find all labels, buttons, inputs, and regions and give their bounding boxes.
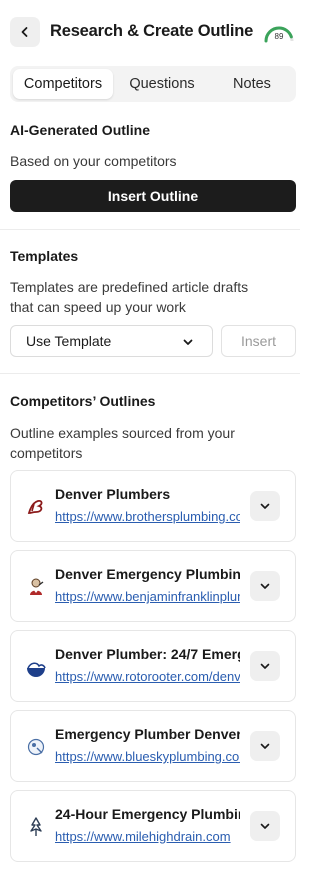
expand-button[interactable]	[250, 491, 280, 521]
chevron-down-icon	[260, 743, 270, 749]
competitor-title: 24-Hour Emergency Plumbing	[55, 806, 240, 822]
competitor-url-link[interactable]: https://www.brothersplumbing.com	[55, 509, 240, 524]
expand-button[interactable]	[250, 651, 280, 681]
templates-heading: Templates	[10, 248, 79, 264]
competitor-url-link[interactable]: https://www.rotorooter.com/denver	[55, 669, 240, 684]
templates-description-line2: that can speed up your work	[10, 299, 186, 315]
page-title: Research & Create Outline	[50, 22, 254, 40]
tab-notes[interactable]: Notes	[211, 69, 293, 99]
insert-outline-button[interactable]: Insert Outline	[10, 180, 296, 212]
competitor-title: Denver Emergency Plumbing	[55, 566, 240, 582]
chevron-down-icon	[183, 339, 193, 345]
divider	[0, 229, 300, 230]
competitor-card: Denver Plumbers https://www.brothersplum…	[10, 470, 296, 542]
chevron-down-icon	[260, 583, 270, 589]
competitor-title: Denver Plumber: 24/7 Emergency	[55, 646, 240, 662]
competitor-card: 24-Hour Emergency Plumbing https://www.m…	[10, 790, 296, 862]
bluesky-logo-icon	[27, 738, 45, 756]
competitors-description-line1: Outline examples sourced from your	[10, 425, 235, 441]
competitor-url-link[interactable]: https://www.blueskyplumbing.com	[55, 749, 240, 764]
competitors-heading: Competitors’ Outlines	[10, 393, 156, 409]
competitors-description-line2: competitors	[10, 445, 83, 461]
expand-button[interactable]	[250, 571, 280, 601]
template-select-value: Use Template	[26, 333, 112, 349]
competitor-card: Emergency Plumber Denver https://www.blu…	[10, 710, 296, 782]
expand-button[interactable]	[250, 731, 280, 761]
competitor-title: Denver Plumbers	[55, 486, 171, 502]
benjamin-franklin-logo-icon	[30, 578, 44, 595]
brothers-logo-icon	[27, 499, 43, 514]
chevron-left-icon	[21, 27, 28, 37]
ai-outline-description: Based on your competitors	[10, 153, 177, 169]
insert-template-button[interactable]: Insert	[221, 325, 296, 357]
templates-description-line1: Templates are predefined article drafts	[10, 279, 249, 295]
milehigh-logo-icon	[30, 817, 42, 836]
competitor-url-link[interactable]: https://www.milehighdrain.com	[55, 829, 240, 844]
ai-outline-heading: AI-Generated Outline	[10, 122, 151, 138]
competitor-title: Emergency Plumber Denver	[55, 726, 240, 742]
content-score-gauge: 89	[262, 22, 296, 44]
tab-questions[interactable]: Questions	[114, 69, 210, 99]
chevron-down-icon	[260, 503, 270, 509]
divider	[0, 373, 300, 374]
competitor-url-link[interactable]: https://www.benjaminfranklinplumbing.com	[55, 589, 240, 604]
tab-bar: Competitors Questions Notes	[10, 66, 296, 102]
tab-competitors[interactable]: Competitors	[13, 69, 113, 99]
rotorooter-logo-icon	[27, 662, 46, 677]
expand-button[interactable]	[250, 811, 280, 841]
header: Research & Create Outline 89	[0, 0, 300, 64]
score-value: 89	[274, 32, 284, 41]
chevron-down-icon	[260, 663, 270, 669]
template-select[interactable]: Use Template	[10, 325, 213, 357]
chevron-down-icon	[260, 823, 270, 829]
competitor-card: Denver Plumber: 24/7 Emergency https://w…	[10, 630, 296, 702]
back-button[interactable]	[10, 17, 40, 47]
competitor-card: Denver Emergency Plumbing https://www.be…	[10, 550, 296, 622]
